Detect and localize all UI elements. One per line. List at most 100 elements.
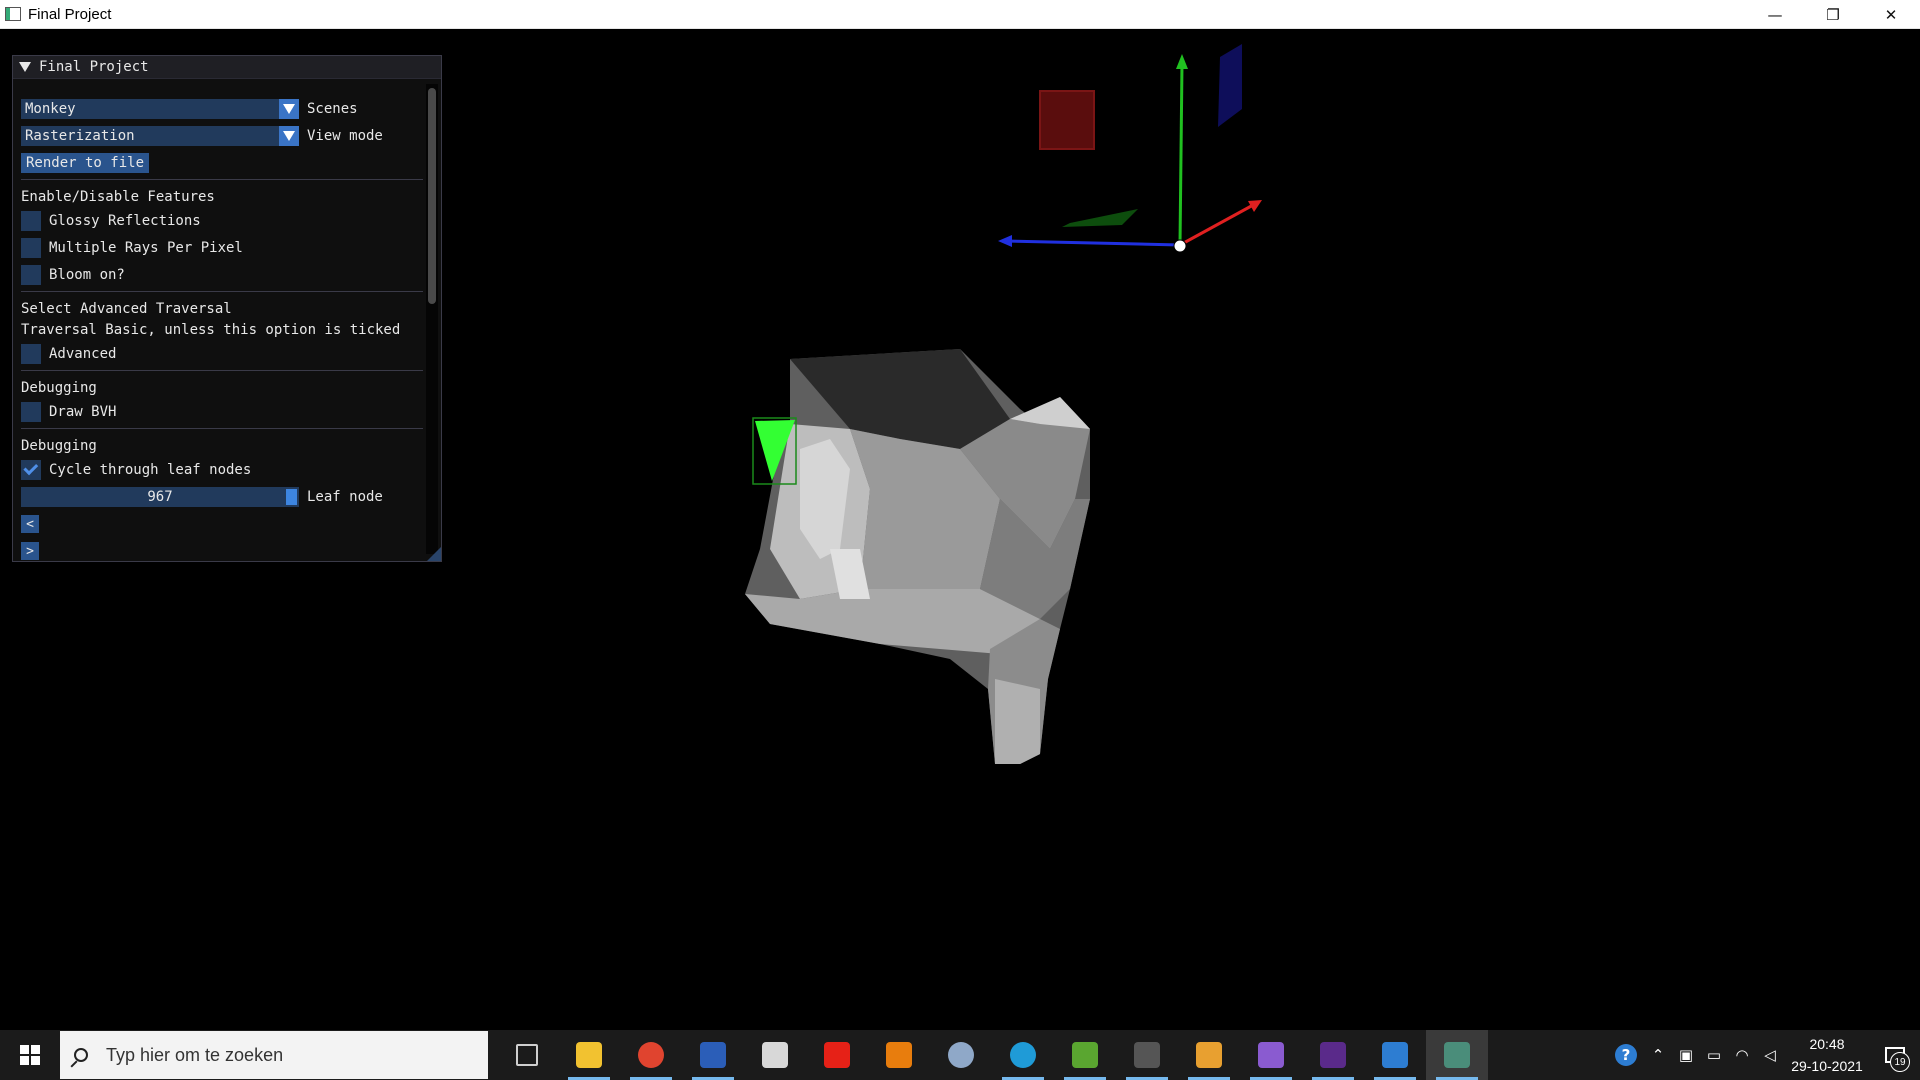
battery-icon[interactable]: ▭ [1700,1030,1728,1080]
advanced-checkbox[interactable] [21,344,41,364]
draw-bvh-checkbox[interactable] [21,402,41,422]
final-project-app-taskbar-button[interactable] [1426,1030,1488,1080]
scenes-row: Monkey Scenes [21,98,358,120]
gizmo-plane-yz[interactable] [1039,90,1095,150]
multiple-rays-label: Multiple Rays Per Pixel [49,240,243,256]
gizmo-axis-z[interactable] [1004,239,1181,247]
git-icon [1196,1042,1222,1068]
task-view-taskbar-button[interactable] [496,1030,558,1080]
notification-count-badge: 19 [1890,1052,1910,1072]
leaf-node-slider[interactable]: 967 [21,487,299,507]
traversal-note: Traversal Basic, unless this option is t… [21,322,401,338]
maps-app-icon [1072,1042,1098,1068]
console-taskbar-button[interactable] [1302,1030,1364,1080]
previous-leaf-button[interactable]: < [21,515,39,533]
separator [21,179,423,180]
gizmo-plane-xz[interactable] [1062,209,1138,227]
cycle-leaf-nodes-checkbox[interactable] [21,460,41,480]
file-explorer-icon [576,1042,602,1068]
final-project-panel[interactable]: Final Project Monkey Scenes Rasterizatio… [12,55,442,562]
scenes-combo-value: Monkey [25,101,76,117]
word-taskbar-button[interactable] [682,1030,744,1080]
youtube-icon [824,1042,850,1068]
restore-button[interactable]: ❐ [1804,0,1862,29]
transform-gizmo[interactable] [998,44,1262,253]
separator [21,291,423,292]
dropdown-arrow-icon[interactable] [279,126,299,146]
chevron-up-icon[interactable]: ⌃ [1644,1030,1672,1080]
view-mode-label: View mode [307,128,383,144]
bloom-checkbox[interactable] [21,265,41,285]
multiple-rays-checkbox[interactable] [21,238,41,258]
advanced-row: Advanced [21,343,116,365]
gizmo-axis-y[interactable] [1178,62,1184,246]
taskbar-search-box[interactable]: Typ hier om te zoeken [60,1031,488,1079]
minimize-button[interactable]: — [1746,0,1804,29]
traversal-header: Select Advanced Traversal [21,301,232,317]
store-icon [762,1042,788,1068]
youtube-taskbar-button[interactable] [806,1030,868,1080]
dropdown-arrow-icon[interactable] [279,99,299,119]
panel-resize-grip[interactable] [427,547,441,561]
panel-header[interactable]: Final Project [13,56,441,79]
photos-taskbar-button[interactable] [1364,1030,1426,1080]
terminal-taskbar-button[interactable] [1116,1030,1178,1080]
scenes-combo[interactable]: Monkey [21,99,299,119]
edge-taskbar-button[interactable] [992,1030,1054,1080]
separator [21,428,423,429]
window-title: Final Project [28,5,112,23]
close-button[interactable]: ✕ [1862,0,1920,29]
git-taskbar-button[interactable] [1178,1030,1240,1080]
gizmo-axis-x[interactable] [1179,202,1256,247]
maps-app-taskbar-button[interactable] [1054,1030,1116,1080]
meet-now-icon[interactable]: ▣ [1672,1030,1700,1080]
draw-bvh-row: Draw BVH [21,401,116,423]
search-placeholder: Typ hier om te zoeken [106,1044,284,1065]
blender-taskbar-button[interactable] [868,1030,930,1080]
chrome-icon [638,1042,664,1068]
volume-icon[interactable]: ◁ [1756,1030,1784,1080]
visual-studio-icon [1258,1042,1284,1068]
gizmo-origin[interactable] [1173,239,1187,253]
paint-taskbar-button[interactable] [930,1030,992,1080]
separator [21,370,423,371]
windows-logo-icon [20,1045,40,1065]
scrollbar-thumb[interactable] [428,88,436,304]
leaf-node-slider-value: 967 [147,489,173,505]
draw-bvh-label: Draw BVH [49,404,117,420]
taskbar-clock[interactable]: 20:48 29-10-2021 [1784,1033,1870,1077]
photos-icon [1382,1042,1408,1068]
render-row: Render to file [21,152,150,174]
start-button[interactable] [0,1030,60,1080]
visual-studio-taskbar-button[interactable] [1240,1030,1302,1080]
windows-taskbar: Typ hier om te zoeken ? ⌃ ▣ ▭ ◠ ◁ 20:48 … [0,1030,1920,1080]
next-row: > [21,540,39,562]
console-icon [1320,1042,1346,1068]
bloom-row: Bloom on? [21,264,125,286]
next-leaf-button[interactable]: > [21,542,39,560]
view-mode-combo[interactable]: Rasterization [21,126,299,146]
cycle-leaf-row: Cycle through leaf nodes [21,459,251,481]
view-mode-combo-value: Rasterization [25,128,135,144]
blender-icon [886,1042,912,1068]
clock-time: 20:48 [1809,1036,1845,1052]
slider-grab-handle[interactable] [286,489,297,505]
store-taskbar-button[interactable] [744,1030,806,1080]
render-to-file-button[interactable]: Render to file [21,153,150,173]
scenes-label: Scenes [307,101,358,117]
notification-center-button[interactable]: 19 [1870,1030,1920,1080]
panel-scrollbar[interactable] [426,84,438,554]
chrome-taskbar-button[interactable] [620,1030,682,1080]
final-project-app-icon [1444,1042,1470,1068]
gizmo-plane-xy[interactable] [1218,44,1242,127]
file-explorer-taskbar-button[interactable] [558,1030,620,1080]
checkmark-icon [22,460,38,476]
search-icon [74,1048,88,1062]
collapse-arrow-icon[interactable] [19,62,31,72]
glossy-reflections-checkbox[interactable] [21,211,41,231]
view-mode-row: Rasterization View mode [21,125,383,147]
leaf-node-label: Leaf node [307,489,383,505]
help-icon[interactable]: ? [1608,1030,1644,1080]
clock-date: 29-10-2021 [1791,1058,1863,1074]
wifi-icon[interactable]: ◠ [1728,1030,1756,1080]
